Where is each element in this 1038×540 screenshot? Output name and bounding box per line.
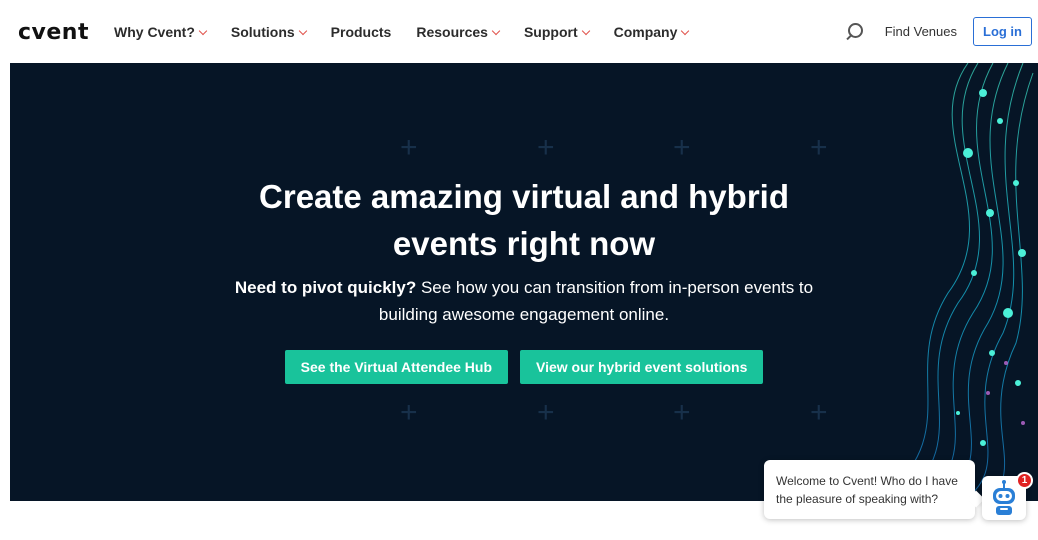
hero-subtitle-rest: See how you can transition from in-perso… <box>416 278 814 297</box>
plus-decoration: + <box>537 396 555 429</box>
nav-item-label: Solutions <box>230 23 295 40</box>
hero-title-line-1: Create amazing virtual and hybrid <box>259 178 789 215</box>
virtual-attendee-hub-button[interactable]: See the Virtual Attendee Hub <box>284 350 509 384</box>
hero-banner: + + + + + + + + Create amazing virtual a… <box>10 63 1038 501</box>
chevron-down-icon <box>298 26 307 35</box>
nav-item-why-cvent[interactable]: Why Cvent? <box>114 23 208 40</box>
plus-decoration: + <box>400 131 418 164</box>
chevron-down-icon <box>198 26 208 35</box>
nav-item-support[interactable]: Support <box>523 23 590 40</box>
nav-item-resources[interactable]: Resources <box>416 23 501 40</box>
nav-item-solutions[interactable]: Solutions <box>230 23 307 40</box>
plus-decoration: + <box>537 131 555 164</box>
plus-decoration: + <box>673 131 691 164</box>
chat-welcome-bubble[interactable]: Welcome to Cvent! Who do I have the plea… <box>764 460 975 519</box>
nav-item-label: Company <box>613 23 678 40</box>
nav-item-label: Why Cvent? <box>114 23 195 40</box>
notification-badge: 1 <box>1016 472 1033 489</box>
hybrid-event-solutions-button[interactable]: View our hybrid event solutions <box>520 350 764 384</box>
cvent-logo[interactable]: cvent <box>18 22 89 44</box>
nav-item-label: Products <box>330 23 392 40</box>
chevron-down-icon <box>581 26 590 35</box>
search-icon[interactable] <box>845 22 863 41</box>
nav-item-label: Support <box>523 23 578 40</box>
login-button[interactable]: Log in <box>973 17 1032 46</box>
top-navigation: cvent Why Cvent? Solutions Products Reso… <box>0 0 1038 63</box>
chevron-down-icon <box>681 26 690 35</box>
nav-item-label: Resources <box>416 23 488 40</box>
nav-utilities: Find Venues Log in <box>845 0 1038 63</box>
plus-decoration: + <box>673 396 691 429</box>
hero-cta-row: See the Virtual Attendee Hub View our hy… <box>10 350 1038 384</box>
hero-title-line-2: events right now <box>392 225 656 262</box>
hero-subtitle-bold: Need to pivot quickly? <box>234 278 417 297</box>
hero-subtitle-line-2: building awesome engagement online. <box>378 305 670 324</box>
chevron-down-icon <box>491 26 501 35</box>
find-venues-link[interactable]: Find Venues <box>885 24 957 39</box>
hero-title: Create amazing virtual and hybrid events… <box>10 173 1038 267</box>
nav-item-products[interactable]: Products <box>331 24 392 40</box>
plus-decoration: + <box>400 396 418 429</box>
hero-subtitle: Need to pivot quickly? See how you can t… <box>10 274 1038 328</box>
hero-subtitle-line-1: Need to pivot quickly? See how you can t… <box>10 274 1038 301</box>
nav-item-company[interactable]: Company <box>613 23 690 40</box>
main-menu: Why Cvent? Solutions Products Resources … <box>114 0 713 63</box>
